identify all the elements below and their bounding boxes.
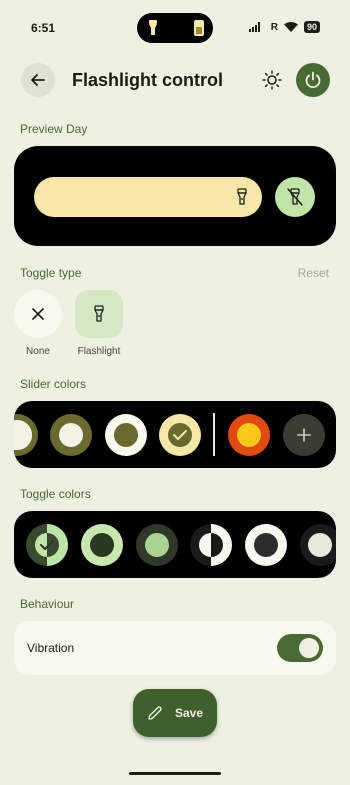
slider-colors-strip xyxy=(14,401,336,468)
network-label: R xyxy=(270,21,278,33)
checkmark-icon xyxy=(173,430,187,440)
toggle-type-none-circle[interactable] xyxy=(14,290,62,338)
flashlight-off-icon xyxy=(287,188,303,206)
behaviour-section-label: Behaviour xyxy=(20,597,75,611)
toggle-color-swatch-1-selected[interactable] xyxy=(26,524,68,566)
sun-icon xyxy=(262,70,282,90)
toggle-type-none-label: None xyxy=(26,346,50,357)
power-icon xyxy=(305,71,321,89)
preview-section-label: Preview Day xyxy=(20,122,88,136)
flashlight-status-icon xyxy=(149,20,157,35)
home-indicator[interactable] xyxy=(129,772,221,775)
reset-button[interactable]: Reset xyxy=(298,266,329,280)
vibration-setting[interactable]: Vibration xyxy=(14,621,336,675)
checkmark-icon xyxy=(40,540,54,550)
status-right: R 90 xyxy=(248,21,320,33)
slider-colors-divider xyxy=(213,413,215,456)
toggle-colors-section-label: Toggle colors xyxy=(20,487,91,501)
save-button[interactable]: Save xyxy=(133,689,217,737)
battery-status-icon xyxy=(194,20,204,36)
page-title: Flashlight control xyxy=(72,70,223,90)
save-label: Save xyxy=(174,706,204,720)
preview-slider[interactable] xyxy=(34,177,262,217)
close-icon xyxy=(32,308,44,320)
signal-icon xyxy=(248,22,260,32)
preview-toggle-button[interactable] xyxy=(275,177,315,217)
add-slider-color-button[interactable] xyxy=(283,414,325,456)
toggle-color-swatch-5[interactable] xyxy=(245,524,287,566)
wifi-icon xyxy=(283,22,298,32)
arrow-left-icon xyxy=(31,74,45,86)
slider-color-swatch-1[interactable] xyxy=(14,414,38,456)
back-button[interactable] xyxy=(21,63,55,97)
preview-card xyxy=(14,146,336,246)
theme-toggle-button[interactable] xyxy=(258,66,286,94)
slider-color-swatch-custom[interactable] xyxy=(228,414,270,456)
slider-color-swatch-3[interactable] xyxy=(105,414,147,456)
plus-icon xyxy=(297,428,311,442)
vibration-switch-thumb xyxy=(299,638,319,658)
power-button[interactable] xyxy=(296,63,330,97)
slider-colors-section-label: Slider colors xyxy=(20,377,87,391)
toggle-color-swatch-4[interactable] xyxy=(190,524,232,566)
toggle-color-swatch-6[interactable] xyxy=(300,524,336,566)
flashlight-icon xyxy=(94,305,104,322)
toggle-type-flashlight-label: Flashlight xyxy=(77,346,121,357)
toggle-color-swatch-2[interactable] xyxy=(81,524,123,566)
toggle-type-flashlight[interactable]: Flashlight xyxy=(75,290,123,357)
toggle-type-none[interactable]: None xyxy=(14,290,62,357)
camera-island xyxy=(137,13,213,43)
battery-level: 90 xyxy=(303,21,320,33)
toggle-color-swatch-3[interactable] xyxy=(136,524,178,566)
pencil-icon xyxy=(148,706,162,720)
toggle-type-section-label: Toggle type xyxy=(20,266,82,280)
flashlight-icon xyxy=(237,188,247,205)
slider-color-swatch-2[interactable] xyxy=(50,414,92,456)
status-time: 6:51 xyxy=(31,21,56,35)
toggle-type-flashlight-circle[interactable] xyxy=(75,290,123,338)
slider-color-swatch-4-selected[interactable] xyxy=(159,414,201,456)
toggle-colors-strip xyxy=(14,511,336,578)
vibration-label: Vibration xyxy=(27,641,75,655)
status-bar: 6:51 R 90 xyxy=(0,0,350,56)
vibration-switch[interactable] xyxy=(277,634,323,662)
